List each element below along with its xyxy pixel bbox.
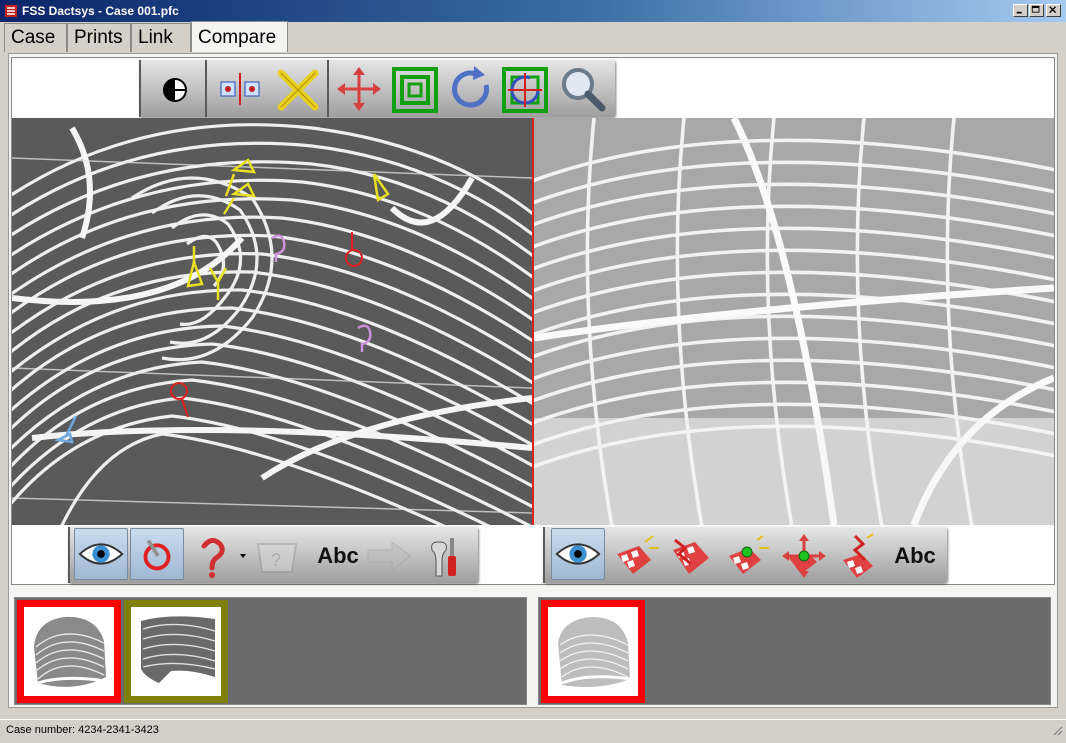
eye-icon <box>555 543 601 565</box>
question-mark-icon <box>201 538 246 578</box>
red-marker-icon <box>143 539 171 571</box>
app-logo-icon <box>4 4 18 18</box>
minimize-button[interactable] <box>1013 4 1028 17</box>
right-fingerprint-image[interactable] <box>534 118 1054 525</box>
show-annotations-button[interactable] <box>74 528 128 580</box>
cross-icon <box>277 69 319 111</box>
move-arrows-icon <box>337 67 381 111</box>
align-target-icon <box>502 67 548 113</box>
tab-case[interactable]: Case <box>4 23 67 52</box>
tools-icon <box>431 538 456 577</box>
svg-text:?: ? <box>271 550 281 570</box>
latent-thumbnail-selected[interactable] <box>17 600 121 703</box>
questioned-region-tool[interactable]: ? <box>252 530 302 582</box>
contrast-button[interactable] <box>147 63 197 115</box>
fingerprint-thumbnail <box>34 616 107 687</box>
ridge-trace-button[interactable] <box>667 530 717 582</box>
ridge-count-button[interactable] <box>835 530 885 582</box>
move-button[interactable] <box>334 63 384 115</box>
fit-view-button[interactable] <box>390 63 440 115</box>
toolbar-separator <box>205 60 207 117</box>
status-bar: Case number: 4234-2341-3423 <box>0 719 1066 743</box>
title-bar: FSS Dactsys - Case 001.pfc <box>0 0 1066 22</box>
rotate-icon <box>452 66 489 108</box>
fingerprint-thumbnail <box>558 617 631 687</box>
checker-zigzag-icon <box>673 538 709 574</box>
left-fingerprint-image[interactable] <box>12 118 532 525</box>
frames-icon <box>392 67 438 113</box>
auto-minutiae-button[interactable] <box>611 530 661 582</box>
settings-tool[interactable] <box>420 530 470 582</box>
reference-thumbnail-selected[interactable] <box>541 600 645 703</box>
toolbar-separator <box>68 527 70 583</box>
show-reference-annotations-button[interactable] <box>551 528 605 580</box>
right-annotation-toolbar: Abc <box>543 527 947 583</box>
latent-thumbnail[interactable] <box>124 600 228 703</box>
tab-bar: Case Prints Link Compare <box>4 21 1062 53</box>
checker-ridge-icon <box>843 533 874 578</box>
reference-text-label-tool[interactable]: Abc <box>887 530 943 582</box>
fingerprint-thumbnail <box>141 616 216 683</box>
magnifier-icon <box>562 68 606 112</box>
transfer-annotations-button[interactable] <box>364 530 414 582</box>
contrast-icon <box>163 78 187 102</box>
checker-sparkle-icon <box>617 535 659 574</box>
window-title: FSS Dactsys - Case 001.pfc <box>22 4 179 18</box>
toolbar-separator <box>327 60 329 117</box>
delete-button[interactable] <box>273 63 323 115</box>
zoom-button[interactable] <box>558 63 608 115</box>
text-label-tool[interactable]: Abc <box>306 530 370 582</box>
tab-prints[interactable]: Prints <box>67 23 131 52</box>
question-marker-tool[interactable] <box>186 530 250 582</box>
case-number-status: Case number: 4234-2341-3423 <box>6 724 159 736</box>
checker-point-icon <box>729 535 769 574</box>
tab-link[interactable]: Link <box>131 23 191 52</box>
rotate-button[interactable] <box>446 63 496 115</box>
resize-grip-icon[interactable] <box>1051 724 1063 736</box>
checker-move-icon <box>782 534 826 578</box>
add-point-button[interactable] <box>723 530 773 582</box>
split-view-icon <box>220 73 260 105</box>
align-button[interactable] <box>500 63 550 115</box>
tab-compare[interactable]: Compare <box>191 21 288 52</box>
toolbar-separator <box>139 60 141 117</box>
transfer-arrow-icon <box>367 540 411 572</box>
maximize-button[interactable] <box>1029 4 1044 17</box>
close-button[interactable] <box>1046 4 1061 17</box>
move-point-button[interactable] <box>779 530 829 582</box>
question-box-icon: ? <box>256 543 298 573</box>
top-toolbar <box>139 60 615 117</box>
toolbar-separator <box>543 527 545 583</box>
red-marker-tool[interactable] <box>130 528 184 580</box>
split-view-button[interactable] <box>215 63 265 115</box>
left-annotation-toolbar: ? Abc <box>68 527 478 583</box>
eye-icon <box>78 543 124 565</box>
